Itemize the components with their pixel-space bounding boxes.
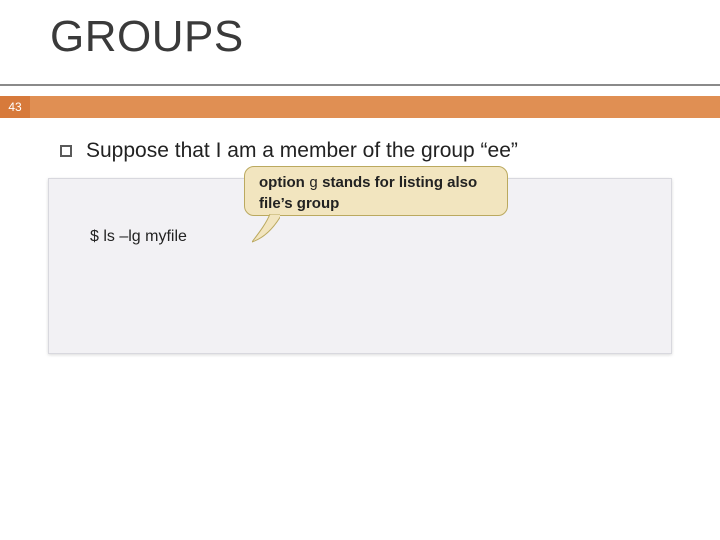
page-bar: [0, 96, 720, 118]
page-number-box: 43: [0, 96, 30, 118]
callout-prefix: option: [259, 174, 309, 191]
bullet-row: Suppose that I am a member of the group …: [60, 138, 518, 164]
slide: GROUPS 43 Suppose that I am a member of …: [0, 0, 720, 540]
callout-option: g: [309, 175, 318, 192]
slide-title: GROUPS: [50, 12, 244, 62]
square-bullet-icon: [60, 145, 72, 157]
command-text: $ ls –lg myfile: [90, 228, 187, 246]
callout-bubble: option g stands for listing also file’s …: [244, 166, 508, 216]
page-number: 43: [8, 100, 21, 114]
bullet-text: Suppose that I am a member of the group …: [86, 138, 518, 164]
title-rule: [0, 84, 720, 86]
